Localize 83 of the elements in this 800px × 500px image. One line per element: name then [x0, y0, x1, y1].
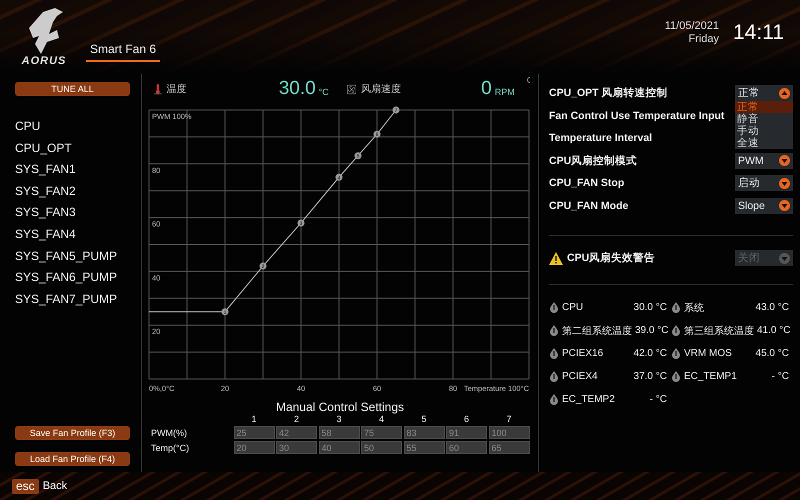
- warning-label: CPU风扇失效警告: [567, 251, 656, 265]
- sensor-value: 43.0 °C: [756, 302, 790, 313]
- caret-icon: [779, 178, 790, 189]
- sensor-value: 39.0 °C: [635, 325, 670, 336]
- day-text: Friday: [688, 33, 719, 46]
- dropdown[interactable]: PWM: [735, 152, 793, 169]
- sensor-label: VRM MOS: [684, 348, 732, 359]
- fan-list-item[interactable]: SYS_FAN5_PUMP: [15, 248, 141, 264]
- sensor-value: - °C: [772, 371, 790, 382]
- thermometer-icon: [549, 348, 559, 359]
- warning-icon: [549, 252, 563, 264]
- dropdown[interactable]: Slope: [735, 198, 793, 214]
- row-label: PWM(%): [150, 428, 188, 438]
- sensor-label: 第三组系统温度: [684, 324, 754, 338]
- fan-list-item[interactable]: SYS_FAN2: [15, 182, 141, 200]
- sensor-value: 30.0 °C: [634, 302, 668, 313]
- row-label: Temp(°C): [150, 442, 190, 452]
- thermometer-icon: [549, 394, 559, 405]
- dropdown[interactable]: 正常: [735, 85, 793, 102]
- caret-icon: [779, 88, 790, 99]
- column-header: 4: [378, 414, 385, 424]
- sensor-label: PCIEX16: [562, 348, 604, 359]
- fan-list-item[interactable]: CPU_OPT: [15, 140, 141, 156]
- thermometer-icon: [671, 325, 681, 336]
- esc-key[interactable]: esc: [12, 478, 39, 494]
- fan-list-item[interactable]: SYS_FAN1: [15, 161, 141, 178]
- back-link[interactable]: Back: [42, 480, 68, 492]
- setting-label: CPU风扇控制模式: [549, 154, 638, 168]
- caret-icon: [779, 155, 790, 166]
- time-text: 14:11: [733, 20, 784, 46]
- thermometer-icon: [671, 302, 681, 313]
- column-header: 7: [505, 414, 512, 424]
- thermometer-icon: [549, 302, 559, 313]
- sensor-value: - °C: [650, 394, 668, 405]
- thermometer-icon: [549, 325, 559, 336]
- fan-speed-label: 风扇速度: [361, 82, 402, 96]
- sensor-label: 第二组系统温度: [562, 324, 632, 338]
- fan-list-item[interactable]: CPU: [15, 118, 141, 135]
- fan-list-item[interactable]: SYS_FAN7_PUMP: [15, 290, 141, 308]
- date-text: 11/05/2021: [664, 20, 719, 33]
- dropdown-option[interactable]: 正常: [735, 101, 793, 113]
- thermometer-icon: [549, 371, 559, 382]
- fan-speed-unit: RPM: [494, 87, 515, 97]
- temperature-unit: °C: [318, 87, 329, 97]
- sensor-label: CPU: [562, 302, 584, 313]
- sensor-value: 42.0 °C: [634, 348, 668, 359]
- logo-text: AORUS: [22, 55, 66, 67]
- dropdown-option[interactable]: 手动: [735, 125, 793, 137]
- column-header: 6: [462, 414, 470, 424]
- manual-settings-title: Manual Control Settings: [276, 400, 404, 414]
- sensor-value: 41.0 °C: [757, 325, 792, 336]
- fan-list-item[interactable]: SYS_FAN3: [15, 204, 141, 221]
- fan-list-item[interactable]: SYS_FAN6_PUMP: [15, 269, 141, 286]
- column-header: 5: [420, 414, 428, 424]
- temperature-label: 温度: [166, 82, 187, 96]
- setting-label: Fan Control Use Temperature Input: [549, 110, 724, 122]
- caret-icon: [779, 200, 790, 212]
- tune-all-button[interactable]: TUNE ALL: [15, 82, 130, 96]
- setting-label: CPU_FAN Mode: [549, 200, 628, 212]
- dropdown[interactable]: 启动: [735, 175, 793, 192]
- setting-label: CPU_FAN Stop: [549, 177, 624, 190]
- fan-list-item[interactable]: SYS_FAN4: [15, 226, 141, 243]
- sensor-label: PCIEX4: [562, 371, 598, 382]
- dropdown-option[interactable]: 静音: [735, 113, 793, 125]
- sensor-label: 系统: [684, 302, 704, 314]
- profile-button[interactable]: Save Fan Profile (F3): [15, 426, 130, 440]
- fan-speed-value: 0: [481, 78, 492, 100]
- caret-icon: [779, 252, 790, 264]
- setting-label: Temperature Interval: [549, 132, 652, 144]
- tab[interactable]: Smart Fan 6: [86, 42, 160, 62]
- dropdown-option[interactable]: 全速: [735, 137, 793, 149]
- column-header: 3: [335, 414, 342, 424]
- setting-label: CPU_OPT 风扇转速控制: [549, 86, 668, 100]
- column-header: 2: [292, 414, 300, 424]
- sensor-label: EC_TEMP1: [684, 371, 737, 382]
- thermometer-icon: [671, 348, 681, 359]
- sensor-label: EC_TEMP2: [562, 394, 615, 405]
- profile-button[interactable]: Load Fan Profile (F4): [15, 452, 130, 466]
- temperature-value: 30.0: [278, 78, 316, 100]
- thermometer-icon: [671, 371, 681, 382]
- sensor-value: 37.0 °C: [634, 371, 668, 382]
- column-header: 1: [250, 414, 258, 424]
- sensor-value: 45.0 °C: [756, 348, 790, 359]
